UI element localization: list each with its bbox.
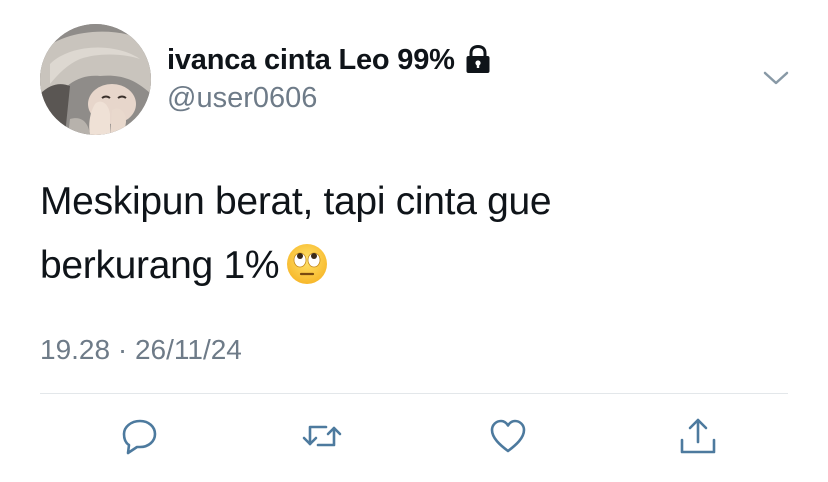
tweet-text-line-2: berkurang 1%: [40, 234, 780, 298]
tweet-text: Meskipun berat, tapi cinta gue berkurang…: [40, 170, 780, 298]
reply-button[interactable]: [118, 416, 162, 456]
reply-icon: [122, 419, 157, 455]
rolling-eyes-emoji-icon: [285, 242, 329, 286]
tweet-date: 26/11/24: [134, 334, 242, 365]
divider: [40, 393, 788, 394]
tweet-text-line-1: Meskipun berat, tapi cinta gue: [40, 180, 552, 223]
share-icon: [680, 418, 716, 454]
user-handle[interactable]: @user0606: [167, 82, 317, 115]
like-icon: [490, 419, 526, 453]
tweet-text-line-2-text: berkurang 1%: [40, 244, 280, 287]
tweet-timestamp[interactable]: 19.28 · 26/11/24: [40, 334, 242, 366]
retweet-button[interactable]: [300, 416, 344, 456]
tweet-time: 19.28: [40, 334, 111, 365]
share-button[interactable]: [676, 416, 720, 456]
chevron-down-icon: [763, 71, 789, 85]
retweet-icon: [302, 425, 342, 447]
like-button[interactable]: [486, 416, 530, 456]
more-options-button[interactable]: [758, 62, 794, 94]
profile-photo: [40, 24, 151, 135]
lock-icon: [465, 44, 491, 75]
avatar[interactable]: [40, 24, 151, 135]
display-name[interactable]: ivanca cinta Leo 99%: [167, 44, 455, 77]
author-name-row: ivanca cinta Leo 99%: [167, 40, 491, 80]
meta-separator: ·: [117, 334, 128, 365]
